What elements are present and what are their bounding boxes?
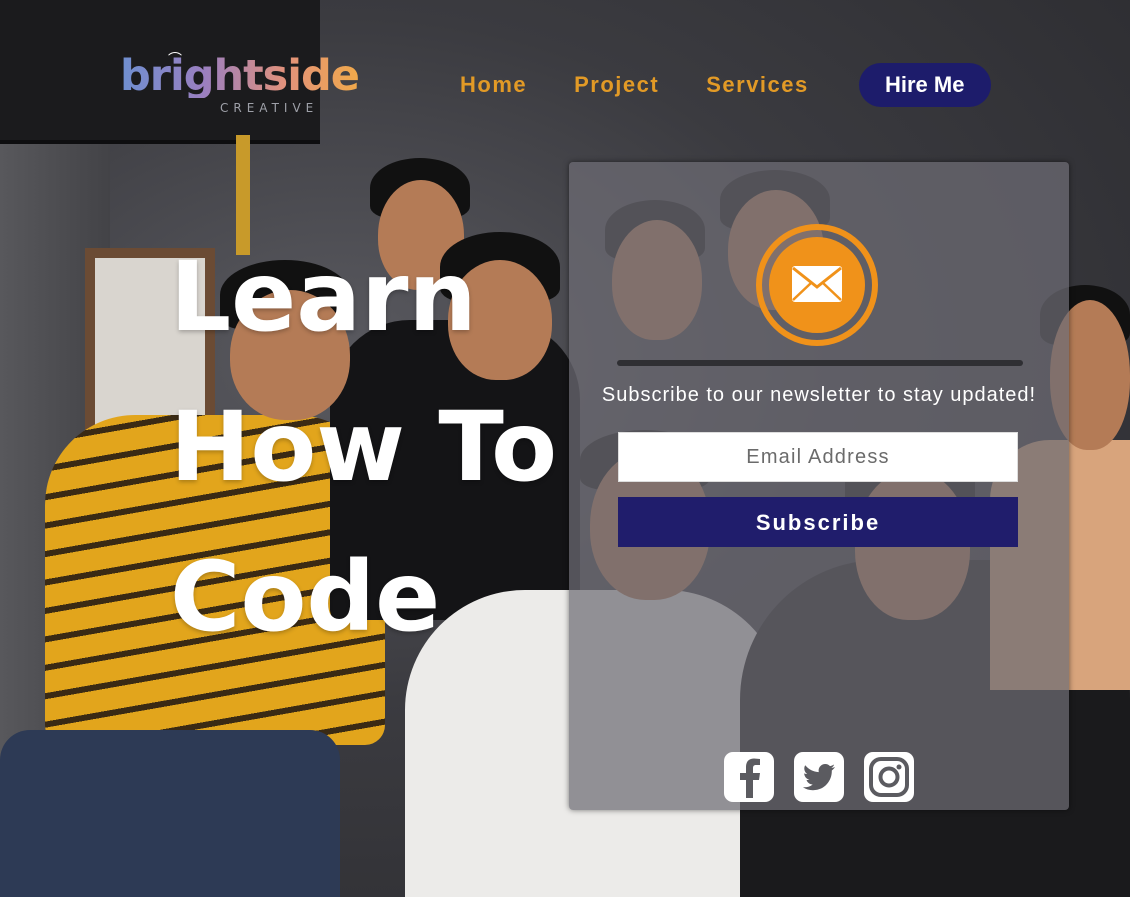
email-field[interactable] bbox=[618, 432, 1018, 482]
hero-line-2: How To bbox=[170, 391, 558, 503]
mail-icon bbox=[756, 224, 878, 346]
instagram-icon[interactable] bbox=[864, 752, 914, 802]
newsletter-card: Subscribe to our newsletter to stay upda… bbox=[569, 162, 1069, 810]
logo-subtitle: CREATIVE bbox=[220, 101, 319, 115]
social-links bbox=[724, 752, 934, 802]
nav-project[interactable]: Project bbox=[574, 63, 659, 107]
hero-line-3: Code bbox=[170, 541, 441, 653]
card-divider bbox=[617, 360, 1023, 366]
logo-wordmark: brightside bbox=[120, 51, 360, 101]
twitter-icon[interactable] bbox=[794, 752, 844, 802]
newsletter-tagline: Subscribe to our newsletter to stay upda… bbox=[601, 384, 1037, 406]
nav-services[interactable]: Services bbox=[706, 63, 809, 107]
hire-me-button[interactable]: Hire Me bbox=[858, 63, 991, 107]
hero-line-1: Learn bbox=[170, 241, 477, 353]
bird-icon: ⌒ bbox=[168, 51, 182, 67]
hero-headline: Learn How To Code bbox=[170, 222, 557, 672]
main-nav: Home Project Services Hire Me bbox=[460, 63, 991, 107]
nav-home[interactable]: Home bbox=[460, 63, 527, 107]
subscribe-button[interactable]: Subscribe bbox=[618, 497, 1018, 547]
brand-logo[interactable]: ⌒ brightside CREATIVE bbox=[120, 51, 360, 115]
facebook-icon[interactable] bbox=[724, 752, 774, 802]
